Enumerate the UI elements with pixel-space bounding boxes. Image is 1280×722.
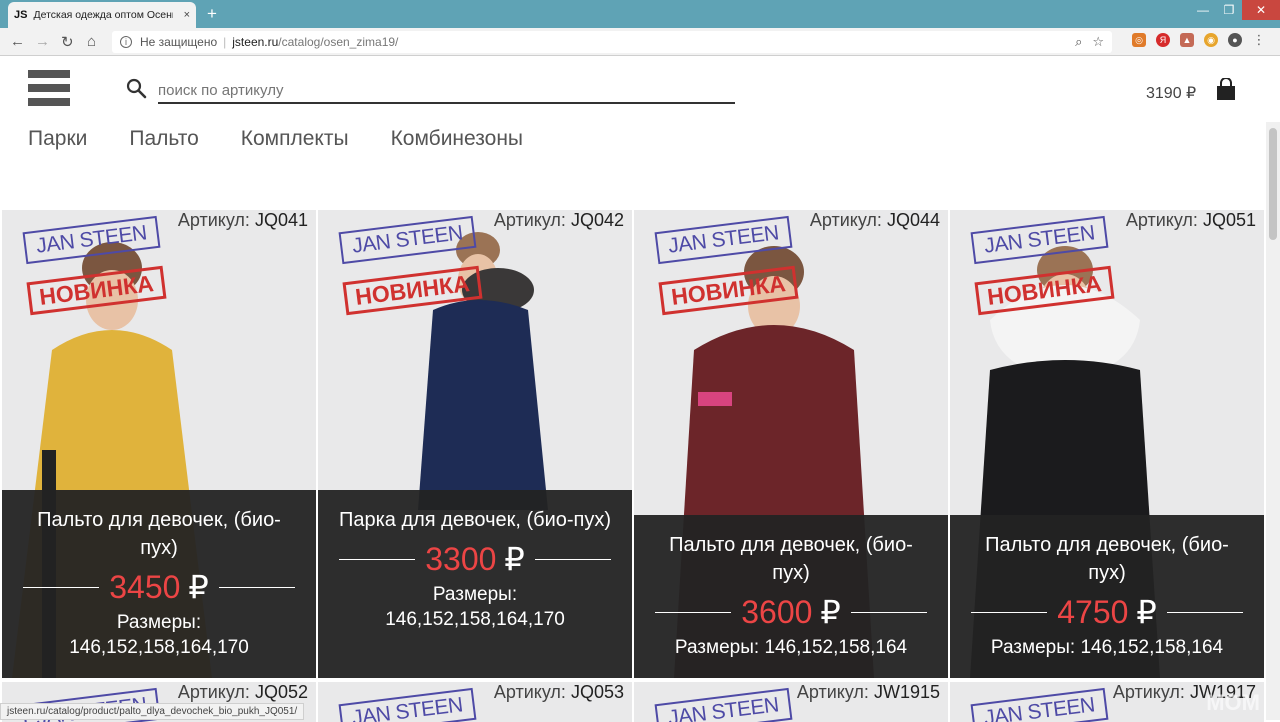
- site-favicon: JS: [14, 9, 27, 21]
- sizes-label: Размеры:: [318, 582, 632, 607]
- home-icon[interactable]: ⌂: [87, 33, 96, 50]
- minimize-icon[interactable]: —: [1190, 0, 1216, 20]
- search-icon[interactable]: [126, 78, 148, 100]
- browser-tab-bar: JS Детская одежда оптом Осень-З × + — ❐ …: [0, 0, 1280, 28]
- profile-icon[interactable]: ●: [1228, 33, 1242, 47]
- page-scrollbar[interactable]: [1266, 122, 1280, 720]
- category-nav: Парки Пальто Комплекты Комбинезоны: [28, 127, 523, 151]
- cart-total[interactable]: 3190 ₽: [1146, 83, 1196, 103]
- hamburger-menu-icon[interactable]: [28, 70, 70, 108]
- product-price: 4750: [1057, 594, 1128, 631]
- product-card[interactable]: JAN STEEN Артикул: JQ053: [318, 682, 632, 722]
- brand-stamp: JAN STEEN: [339, 688, 477, 722]
- nav-komplekty[interactable]: Комплекты: [241, 127, 349, 151]
- window-controls: — ❐ ✕: [1190, 0, 1280, 20]
- product-name[interactable]: Пальто для девочек, (био-пух): [950, 531, 1264, 587]
- article-number: Артикул: JW1915: [797, 682, 940, 703]
- product-info: Пальто для девочек, (био-пух) 3450 ₽ Раз…: [2, 490, 316, 678]
- product-card[interactable]: JAN STEEN НОВИНКА Артикул: JQ044 Пальто …: [634, 210, 948, 678]
- price-divider: [219, 587, 295, 588]
- nav-palto[interactable]: Пальто: [129, 127, 198, 151]
- shopping-bag-icon[interactable]: [1215, 78, 1237, 102]
- search-input[interactable]: [158, 79, 735, 104]
- price-divider: [339, 559, 415, 560]
- article-number: Артикул: JQ042: [494, 210, 624, 231]
- price-divider: [535, 559, 611, 560]
- product-price: 3300: [425, 541, 496, 578]
- sizes-label: Размеры:: [2, 610, 316, 635]
- article-number: Артикул: JQ052: [178, 682, 308, 703]
- security-label: Не защищено: [140, 35, 217, 49]
- extension-icons: ◎ Я ▲ ◉ ● ⋮: [1132, 33, 1266, 47]
- currency-sign: ₽: [1136, 593, 1156, 631]
- currency-sign: ₽: [504, 540, 524, 578]
- product-price: 3600: [741, 594, 812, 631]
- brand-stamp: JAN STEEN: [655, 688, 793, 722]
- tab-title: Детская одежда оптом Осень-З: [33, 9, 173, 21]
- sizes-list: 146,152,158,164: [1080, 637, 1223, 658]
- sizes-list: 146,152,158,164: [764, 637, 907, 658]
- watermark-logo: MOM: [1206, 690, 1260, 716]
- sizes-line: Размеры: 146,152,158,164: [950, 635, 1264, 660]
- bookmark-star-icon[interactable]: ☆: [1092, 34, 1104, 50]
- zoom-icon[interactable]: ⌕: [1075, 34, 1082, 50]
- scrollbar-thumb[interactable]: [1269, 128, 1277, 240]
- new-tab-button[interactable]: +: [207, 4, 217, 24]
- product-card[interactable]: JAN STEEN НОВИНКА Артикул: JQ041 Пальто …: [2, 210, 316, 678]
- reload-icon[interactable]: ↻: [61, 33, 74, 51]
- product-info: Парка для девочек, (био-пух) 3300 ₽ Разм…: [318, 490, 632, 678]
- menu-icon[interactable]: ⋮: [1252, 33, 1266, 47]
- product-name[interactable]: Парка для девочек, (био-пух): [318, 506, 632, 534]
- price-divider: [23, 587, 99, 588]
- window-close-icon[interactable]: ✕: [1242, 0, 1280, 20]
- back-icon[interactable]: ←: [10, 33, 25, 50]
- url-separator: |: [223, 35, 226, 49]
- extension-yandex-icon[interactable]: Я: [1156, 33, 1170, 47]
- extension-cloud-icon[interactable]: ◉: [1204, 33, 1218, 47]
- nav-kombinezony[interactable]: Комбинезоны: [391, 127, 523, 151]
- price-divider: [851, 612, 927, 613]
- tab-close-icon[interactable]: ×: [184, 9, 190, 21]
- article-number: Артикул: JQ044: [810, 210, 940, 231]
- brand-stamp: JAN STEEN: [971, 688, 1109, 722]
- product-card[interactable]: JAN STEEN НОВИНКА Артикул: JQ051 Пальто …: [950, 210, 1264, 678]
- price-divider: [655, 612, 731, 613]
- forward-icon[interactable]: →: [35, 33, 50, 50]
- browser-tab[interactable]: JS Детская одежда оптом Осень-З ×: [8, 2, 196, 28]
- currency-sign: ₽: [188, 568, 208, 606]
- product-info: Пальто для девочек, (био-пух) 4750 ₽ Раз…: [950, 515, 1264, 678]
- status-url-bar: jsteen.ru/catalog/product/palto_dlya_dev…: [0, 703, 304, 720]
- url-host: jsteen.ru: [232, 35, 278, 49]
- address-bar: ← → ↻ ⌂ i Не защищено | jsteen.ru /catal…: [0, 28, 1280, 56]
- product-price: 3450: [109, 569, 180, 606]
- url-path: /catalog/osen_zima19/: [278, 35, 398, 49]
- nav-parki[interactable]: Парки: [28, 127, 87, 151]
- product-name[interactable]: Пальто для девочек, (био-пух): [2, 506, 316, 562]
- sizes-list: 146,152,158,164,170: [2, 635, 316, 660]
- extension-bike-icon[interactable]: ◎: [1132, 33, 1146, 47]
- url-field[interactable]: i Не защищено | jsteen.ru /catalog/osen_…: [112, 31, 1112, 53]
- product-card[interactable]: JAN STEEN Артикул: JW1915: [634, 682, 948, 722]
- sizes-list: 146,152,158,164,170: [318, 607, 632, 632]
- article-number: Артикул: JQ051: [1126, 210, 1256, 231]
- product-card[interactable]: JAN STEEN НОВИНКА Артикул: JQ042 Парка д…: [318, 210, 632, 678]
- product-name[interactable]: Пальто для девочек, (био-пух): [634, 531, 948, 587]
- price-divider: [1167, 612, 1243, 613]
- sizes-line: Размеры: 146,152,158,164: [634, 635, 948, 660]
- product-info: Пальто для девочек, (био-пух) 3600 ₽ Раз…: [634, 515, 948, 678]
- info-icon[interactable]: i: [120, 36, 132, 48]
- article-number: Артикул: JQ041: [178, 210, 308, 231]
- price-divider: [971, 612, 1047, 613]
- currency-sign: ₽: [820, 593, 840, 631]
- article-number: Артикул: JQ053: [494, 682, 624, 703]
- restore-icon[interactable]: ❐: [1216, 0, 1242, 20]
- extension-pdf-icon[interactable]: ▲: [1180, 33, 1194, 47]
